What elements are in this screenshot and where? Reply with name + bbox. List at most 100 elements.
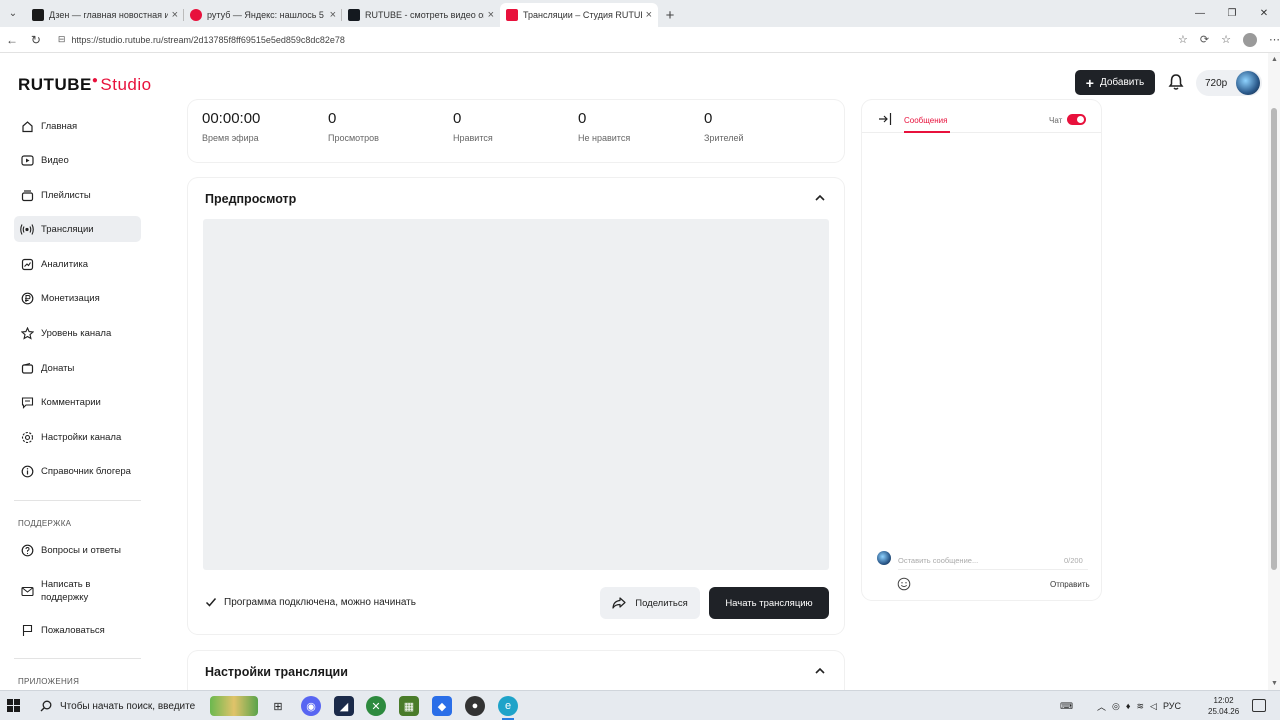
clock-time: 12:02: [1213, 696, 1234, 705]
close-tab-icon[interactable]: ×: [646, 9, 652, 21]
tab-list-menu-icon[interactable]: ⌄: [0, 0, 26, 27]
new-tab-icon[interactable]: +: [658, 3, 682, 27]
taskbar-clock[interactable]: 12:02 25.04.26: [1208, 695, 1239, 717]
sidebar-item-label: Донаты: [41, 362, 75, 374]
support-section-title: ПОДДЕРЖКА: [18, 519, 72, 528]
tray-expand-icon[interactable]: ︿: [1097, 700, 1106, 713]
taskbar-search-text: Чтобы начать поиск, введите: [60, 700, 196, 712]
question-icon: [20, 543, 34, 557]
mail-icon: [20, 584, 34, 598]
broadcast-icon: [20, 222, 34, 236]
sidebar-item-donations[interactable]: Донаты: [14, 355, 141, 381]
sidebar-item-video[interactable]: Видео: [14, 147, 141, 173]
send-button[interactable]: Отправить: [1050, 580, 1090, 589]
bookmark-star-icon[interactable]: ☆: [1178, 33, 1188, 47]
stat-airtime: 00:00:00 Время эфира: [202, 110, 260, 143]
channel-avatar[interactable]: [1236, 71, 1260, 95]
site-info-icon[interactable]: ⊟: [58, 34, 66, 45]
back-icon[interactable]: ←: [0, 33, 24, 47]
obs-icon[interactable]: ●: [465, 696, 485, 716]
sidebar-item-label: Настройки канала: [41, 431, 122, 443]
vscode-icon[interactable]: ◢: [334, 696, 354, 716]
preview-card: Предпросмотр Программа подключена, можно…: [188, 178, 844, 634]
sidebar-item-monetization[interactable]: Монетизация: [14, 285, 141, 311]
clock-date: 25.04.26: [1208, 707, 1240, 716]
start-stream-button[interactable]: Начать трансляцию: [709, 587, 829, 619]
chevron-up-icon[interactable]: [814, 665, 826, 677]
page-scrollbar[interactable]: ▲ ▼: [1268, 53, 1280, 690]
emoji-icon[interactable]: [897, 577, 911, 591]
sidebar-item-contact-support[interactable]: Написать в поддержку: [14, 576, 141, 606]
scrollbar-thumb[interactable]: [1271, 108, 1277, 570]
sidebar-item-report[interactable]: Пожаловаться: [14, 617, 141, 643]
more-menu-icon[interactable]: ⋯: [1269, 33, 1280, 47]
scroll-up-icon[interactable]: ▲: [1271, 56, 1278, 63]
collapse-chat-icon[interactable]: [878, 112, 892, 126]
browser-tab-bar: ⌄ Дзен — главная новостная инфо × рутуб …: [0, 0, 1280, 27]
share-button[interactable]: Поделиться: [600, 587, 700, 619]
minimize-icon[interactable]: —: [1184, 0, 1216, 27]
chat-panel: Сообщения Чат Оставить сообщение... 0/20…: [862, 100, 1101, 600]
chevron-up-icon[interactable]: [814, 192, 826, 204]
maximize-icon[interactable]: ❐: [1216, 0, 1248, 27]
sidebar-item-analytics[interactable]: Аналитика: [14, 251, 141, 277]
stat-label: Не нравится: [578, 133, 631, 143]
chat-tab-messages[interactable]: Сообщения: [904, 116, 947, 125]
notifications-icon[interactable]: [1252, 699, 1266, 712]
minecraft-icon[interactable]: ▦: [399, 696, 419, 716]
keyboard-icon[interactable]: ⌨: [1060, 701, 1073, 712]
gear-icon: [20, 430, 34, 444]
browser-tab[interactable]: рутуб — Яндекс: нашлось 5 тыс. ×: [184, 3, 342, 27]
sidebar-item-label: Справочник блогера: [41, 465, 131, 477]
share-icon: [612, 597, 626, 609]
rutube-studio-logo[interactable]: RUTUBE● Studio: [18, 75, 152, 95]
chat-toggle[interactable]: [1067, 114, 1086, 125]
xbox-icon[interactable]: ✕: [366, 696, 386, 716]
close-tab-icon[interactable]: ×: [488, 9, 494, 21]
browser-tab[interactable]: RUTUBE - смотреть видео онлайн ×: [342, 3, 500, 27]
sidebar-item-label: Монетизация: [41, 292, 100, 304]
extensions-icon[interactable]: ⟳: [1200, 33, 1209, 47]
profile-avatar-icon[interactable]: [1243, 32, 1257, 47]
wifi-icon[interactable]: ≋: [1136, 701, 1144, 712]
microphone-icon[interactable]: ♦: [1126, 701, 1131, 711]
chat-message-input[interactable]: Оставить сообщение...: [898, 552, 1088, 570]
stat-label: Время эфира: [202, 133, 259, 143]
close-window-icon[interactable]: ✕: [1248, 0, 1280, 27]
discord-icon[interactable]: ◉: [301, 696, 321, 716]
add-button[interactable]: + Добавить: [1075, 70, 1155, 95]
sidebar-item-channel-level[interactable]: Уровень канала: [14, 320, 141, 346]
sidebar-item-label: Трансляции: [41, 223, 94, 235]
scroll-down-icon[interactable]: ▼: [1271, 680, 1278, 687]
favorites-icon[interactable]: ☆: [1221, 33, 1231, 47]
preview-player[interactable]: [203, 219, 829, 570]
sidebar-item-label: Пожаловаться: [41, 624, 105, 636]
sidebar-item-playlists[interactable]: Плейлисты: [14, 182, 141, 208]
edge-browser-icon[interactable]: e: [498, 696, 518, 716]
url-field[interactable]: ⊟ https://studio.rutube.ru/stream/2d1378…: [52, 30, 1168, 50]
roblox-studio-icon[interactable]: ◆: [432, 696, 452, 716]
browser-tab[interactable]: Дзен — главная новостная инфо ×: [26, 3, 184, 27]
close-tab-icon[interactable]: ×: [172, 9, 178, 21]
close-tab-icon[interactable]: ×: [330, 9, 336, 21]
sidebar-item-blogger-guide[interactable]: Справочник блогера: [14, 458, 141, 484]
task-view-icon[interactable]: ⊞: [268, 696, 288, 716]
reload-icon[interactable]: ↻: [24, 33, 48, 47]
quality-profile-pill[interactable]: 720р: [1196, 70, 1262, 96]
language-indicator[interactable]: РУС: [1163, 701, 1181, 711]
flag-icon: [20, 623, 34, 637]
taskbar-search[interactable]: Чтобы начать поиск, введите: [32, 693, 200, 719]
network-icon[interactable]: ◎: [1112, 701, 1120, 712]
browser-tab-active[interactable]: Трансляции – Студия RUTUBE ×: [500, 3, 658, 27]
sidebar-item-home[interactable]: Главная: [14, 113, 141, 139]
sidebar-item-faq[interactable]: Вопросы и ответы: [14, 537, 141, 563]
sidebar-item-channel-settings[interactable]: Настройки канала: [14, 424, 141, 450]
sidebar-item-comments[interactable]: Комментарии: [14, 389, 141, 415]
volume-icon[interactable]: ◁: [1150, 701, 1157, 712]
windows-start-icon[interactable]: [7, 699, 21, 713]
bell-icon[interactable]: [1168, 73, 1184, 91]
news-widget-icon[interactable]: [210, 696, 258, 716]
sidebar-item-broadcasts[interactable]: Трансляции: [14, 216, 141, 242]
stream-stats-card: 00:00:00 Время эфира 0 Просмотров 0 Нрав…: [188, 100, 844, 162]
connection-status: Программа подключена, можно начинать: [205, 596, 416, 608]
